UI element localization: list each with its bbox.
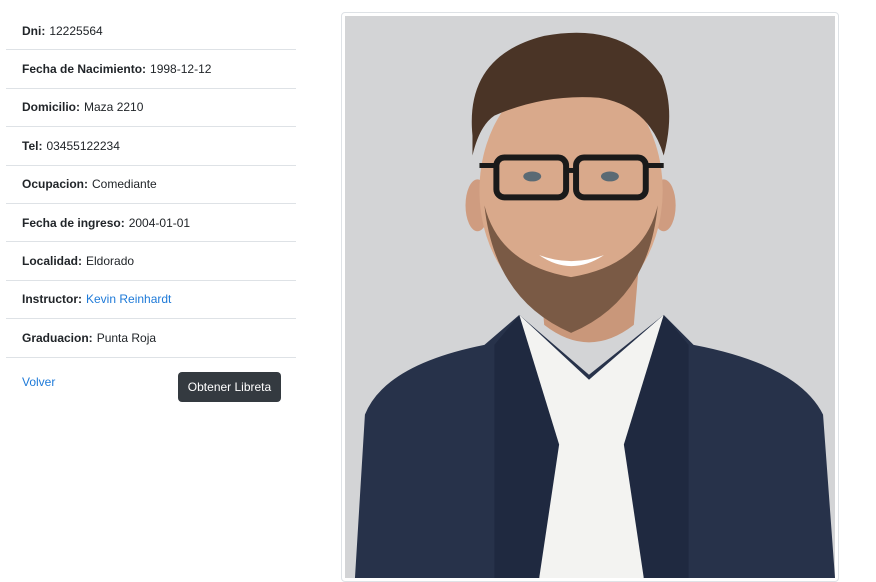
detail-label: Ocupacion: — [22, 177, 89, 192]
detail-row-occupation: Ocupacion: Comediante — [6, 166, 296, 204]
detail-row-dni: Dni: 12225564 — [6, 12, 296, 51]
detail-label: Fecha de ingreso: — [22, 215, 125, 230]
detail-value: Punta Roja — [96, 330, 157, 345]
detail-label: Localidad: — [22, 254, 83, 269]
detail-label: Domicilio: — [22, 100, 81, 115]
detail-value: 03455122234 — [46, 138, 120, 153]
detail-row-phone: Tel: 03455122234 — [6, 127, 296, 166]
detail-value: Comediante — [92, 177, 157, 192]
detail-value: 1998-12-12 — [150, 62, 212, 77]
detail-value: 12225564 — [49, 23, 103, 38]
get-booklet-button[interactable]: Obtener Libreta — [178, 372, 281, 402]
detail-label: Instructor: — [22, 292, 82, 307]
detail-row-graduation: Graduacion: Punta Roja — [6, 319, 296, 358]
detail-label: Tel: — [22, 138, 43, 153]
detail-label: Dni: — [22, 23, 46, 38]
detail-value: 2004-01-01 — [128, 215, 191, 230]
member-details-list: Dni: 12225564 Fecha de Nacimiento: 1998-… — [6, 12, 296, 358]
member-photo — [341, 12, 839, 582]
detail-row-birthdate: Fecha de Nacimiento: 1998-12-12 — [6, 50, 296, 89]
detail-value: Eldorado — [86, 254, 135, 269]
back-link[interactable]: Volver — [22, 375, 55, 389]
detail-row-join-date: Fecha de ingreso: 2004-01-01 — [6, 204, 296, 243]
detail-row-address: Domicilio: Maza 2210 — [6, 89, 296, 128]
member-photo-image — [345, 16, 835, 578]
detail-row-instructor: Instructor: Kevin Reinhardt — [6, 281, 296, 320]
detail-value: Maza 2210 — [84, 100, 144, 115]
detail-label: Graduacion: — [22, 330, 93, 345]
instructor-link[interactable]: Kevin Reinhardt — [86, 292, 171, 306]
detail-row-locality: Localidad: Eldorado — [6, 242, 296, 281]
detail-label: Fecha de Nacimiento: — [22, 62, 147, 77]
